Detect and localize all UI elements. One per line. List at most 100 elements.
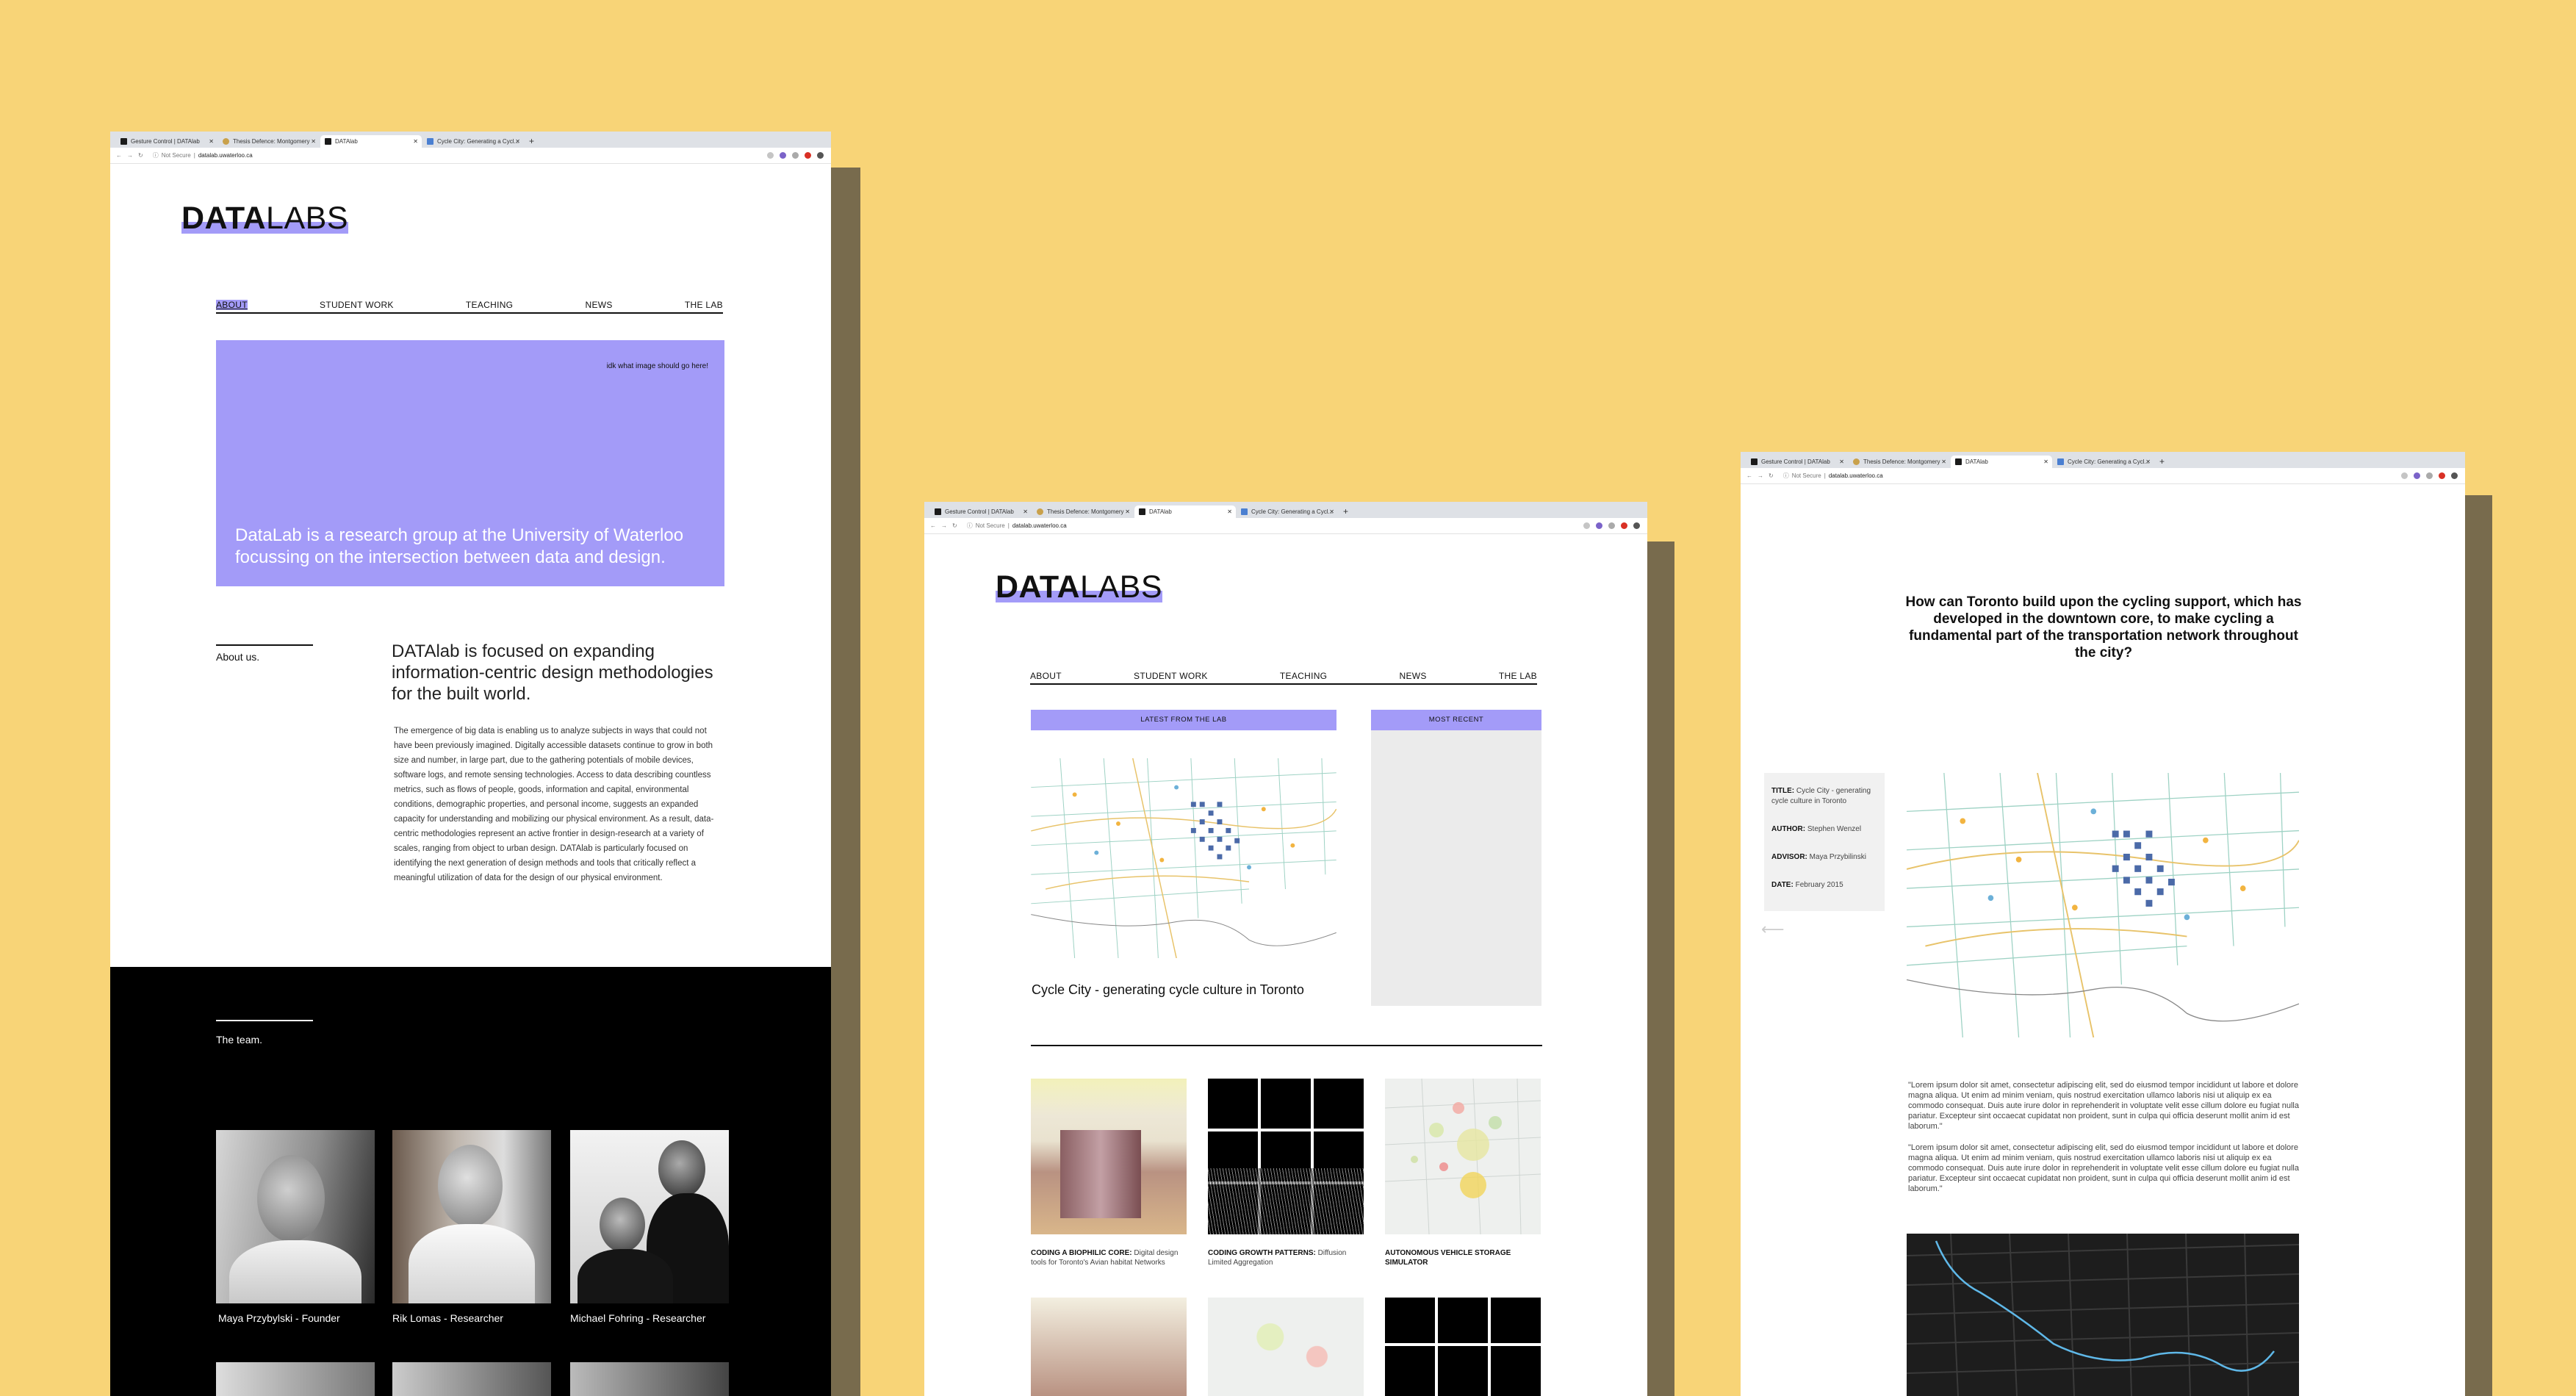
- satellite-map-image[interactable]: [1907, 1234, 2299, 1396]
- member-photo[interactable]: [570, 1362, 729, 1396]
- nav-the-lab[interactable]: THE LAB: [685, 300, 723, 310]
- browser-tab[interactable]: Gesture Control | DATAlab ✕: [1746, 456, 1848, 468]
- extension-icon[interactable]: [2426, 472, 2433, 479]
- extension-icons: [1583, 522, 1640, 529]
- close-tab-icon[interactable]: ✕: [515, 135, 520, 148]
- new-tab-icon[interactable]: +: [1339, 505, 1353, 518]
- nav-news[interactable]: NEWS: [1399, 671, 1426, 681]
- browser-tab[interactable]: Cycle City: Generating a Cycl... ✕: [422, 135, 524, 148]
- extension-icon[interactable]: [1621, 522, 1627, 529]
- project-thumbnail-growth[interactable]: [1208, 1079, 1364, 1234]
- extension-icon[interactable]: [1608, 522, 1615, 529]
- close-tab-icon[interactable]: ✕: [209, 135, 214, 148]
- url-text[interactable]: datalab.uwaterloo.ca: [1829, 472, 1883, 479]
- browser-tab[interactable]: Thesis Defence: Montgomery ✕: [218, 135, 320, 148]
- star-icon[interactable]: [1583, 522, 1590, 529]
- section-rule: [1031, 1045, 1542, 1046]
- nav-teaching[interactable]: TEACHING: [466, 300, 513, 310]
- nav-arrows-icon[interactable]: ←→↻: [1746, 472, 1779, 479]
- browser-tab-active[interactable]: DATAlab ✕: [1134, 505, 1236, 518]
- new-tab-icon[interactable]: +: [2155, 456, 2169, 468]
- member-photo-maya[interactable]: [216, 1130, 375, 1303]
- member-photo[interactable]: [216, 1362, 375, 1396]
- not-secure-icon: ⓘ: [966, 522, 973, 529]
- project-thumbnail[interactable]: [1031, 1298, 1187, 1396]
- nav-about[interactable]: ABOUT: [216, 300, 248, 310]
- not-secure-icon: ⓘ: [152, 152, 159, 159]
- project-caption: AUTONOMOUS VEHICLE STORAGE SIMULATOR: [1385, 1249, 1511, 1267]
- extension-icon[interactable]: [792, 152, 799, 159]
- extension-icon[interactable]: [2439, 472, 2445, 479]
- star-icon[interactable]: [767, 152, 774, 159]
- browser-tab[interactable]: Gesture Control | DATAlab ✕: [930, 505, 1032, 518]
- close-tab-icon[interactable]: ✕: [311, 135, 316, 148]
- close-tab-icon[interactable]: ✕: [1125, 505, 1130, 518]
- url-text[interactable]: datalab.uwaterloo.ca: [1012, 522, 1067, 529]
- star-icon[interactable]: [2401, 472, 2408, 479]
- cycle-map-image-large[interactable]: [1907, 773, 2299, 1037]
- favicon-icon: [2057, 458, 2064, 465]
- favicon-icon: [427, 138, 433, 145]
- extension-icon[interactable]: [805, 152, 811, 159]
- map-graphic: [1907, 773, 2299, 1037]
- extension-icon[interactable]: [780, 152, 786, 159]
- avatar: [600, 1198, 645, 1252]
- profile-icon[interactable]: [1633, 522, 1640, 529]
- member-photo-rik[interactable]: [392, 1130, 551, 1303]
- satellite-graphic: [1907, 1234, 2299, 1396]
- close-tab-icon[interactable]: ✕: [1227, 505, 1232, 518]
- extension-icon[interactable]: [2414, 472, 2420, 479]
- team-rule: [216, 1020, 313, 1021]
- feature-caption[interactable]: Cycle City - generating cycle culture in…: [1032, 982, 1325, 999]
- project-caption: CODING GROWTH PATTERNS: Diffusion Limite…: [1208, 1249, 1347, 1267]
- nav-news[interactable]: NEWS: [585, 300, 612, 310]
- browser-window-news: Gesture Control | DATAlab ✕ Thesis Defenc…: [924, 502, 1647, 1396]
- browser-tab-active[interactable]: DATAlab ✕: [320, 135, 422, 148]
- nav-about[interactable]: ABOUT: [1030, 671, 1062, 681]
- close-tab-icon[interactable]: ✕: [1023, 505, 1028, 518]
- nav-the-lab[interactable]: THE LAB: [1499, 671, 1537, 681]
- project-thumbnail[interactable]: [1385, 1298, 1541, 1396]
- member-photo-michael[interactable]: [570, 1130, 729, 1303]
- close-tab-icon[interactable]: ✕: [1839, 456, 1844, 468]
- nav-arrows-icon[interactable]: ←→↻: [930, 522, 963, 529]
- extension-icon[interactable]: [1596, 522, 1602, 529]
- project-thumbnail-av-storage[interactable]: [1385, 1079, 1541, 1234]
- tab-strip: Gesture Control | DATAlab ✕ Thesis Defenc…: [110, 132, 831, 148]
- address-bar[interactable]: ←→↻ ⓘ Not Secure | datalab.uwaterloo.ca: [924, 518, 1647, 534]
- site-logo[interactable]: DATALABS: [996, 569, 1163, 605]
- profile-icon[interactable]: [817, 152, 824, 159]
- project-thumbnail-biophilic[interactable]: [1031, 1079, 1187, 1234]
- member-photo[interactable]: [392, 1362, 551, 1396]
- close-tab-icon[interactable]: ✕: [413, 135, 418, 148]
- browser-tab[interactable]: Thesis Defence: Montgomery ✕: [1032, 505, 1134, 518]
- cycle-map-image[interactable]: [1031, 758, 1336, 958]
- nav-student-work[interactable]: STUDENT WORK: [1134, 671, 1208, 681]
- url-text[interactable]: datalab.uwaterloo.ca: [198, 152, 253, 159]
- site-logo[interactable]: DATALABS: [181, 201, 349, 237]
- browser-tab[interactable]: Thesis Defence: Montgomery ✕: [1849, 456, 1950, 468]
- window-shadow-project: [2465, 495, 2492, 1396]
- browser-tab[interactable]: Gesture Control | DATAlab ✕: [116, 135, 217, 148]
- favicon-icon: [1955, 458, 1962, 465]
- browser-tab[interactable]: Cycle City: Generating a Cycl... ✕: [1237, 505, 1338, 518]
- close-tab-icon[interactable]: ✕: [1941, 456, 1946, 468]
- favicon-icon: [1139, 508, 1145, 515]
- address-bar[interactable]: ←→↻ ⓘ Not Secure | datalab.uwaterloo.ca: [110, 148, 831, 164]
- nav-arrows-icon[interactable]: ←→↻: [116, 152, 148, 159]
- project-thumbnail[interactable]: [1208, 1298, 1364, 1396]
- profile-icon[interactable]: [2451, 472, 2458, 479]
- browser-tab[interactable]: Cycle City: Generating a Cycl... ✕: [2053, 456, 2154, 468]
- about-lead: DATAlab is focused on expanding informat…: [392, 641, 713, 704]
- close-tab-icon[interactable]: ✕: [1329, 505, 1334, 518]
- close-tab-icon[interactable]: ✕: [2043, 456, 2048, 468]
- member-name: Michael Fohring - Researcher: [570, 1312, 706, 1324]
- browser-tab-active[interactable]: DATAlab ✕: [1951, 456, 2052, 468]
- meta-date: DATE: February 2015: [1771, 881, 1843, 889]
- address-bar[interactable]: ←→↻ ⓘ Not Secure | datalab.uwaterloo.ca: [1741, 468, 2465, 484]
- nav-teaching[interactable]: TEACHING: [1280, 671, 1327, 681]
- close-tab-icon[interactable]: ✕: [2145, 456, 2151, 468]
- nav-student-work[interactable]: STUDENT WORK: [320, 300, 394, 310]
- back-arrow-icon[interactable]: ⟵: [1761, 920, 1785, 939]
- new-tab-icon[interactable]: +: [525, 135, 539, 148]
